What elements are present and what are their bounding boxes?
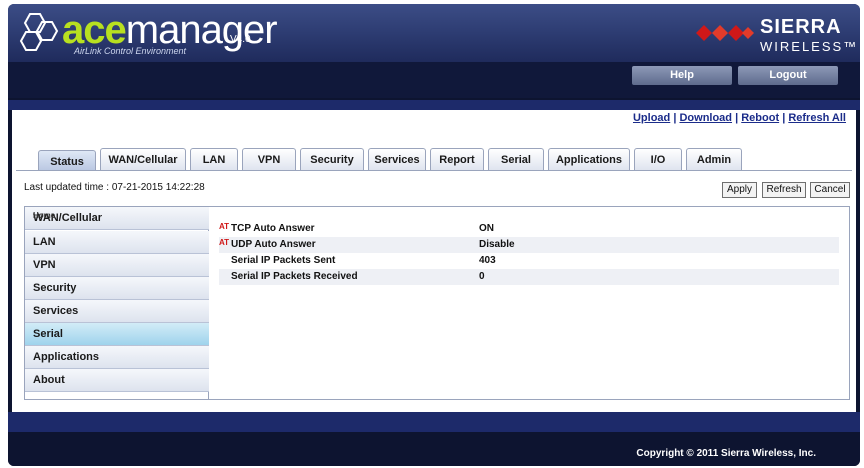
upload-link[interactable]: Upload	[633, 112, 670, 124]
download-link[interactable]: Download	[679, 112, 732, 124]
status-panel: Home WAN/Cellular LAN VPN Security Servi…	[24, 206, 850, 400]
cancel-button[interactable]: Cancel	[810, 182, 850, 198]
refresh-all-link[interactable]: Refresh All	[788, 112, 846, 124]
copyright-text: Copyright © 2011 Sierra Wireless, Inc.	[636, 448, 816, 459]
sidebar-item-applications[interactable]: Applications	[25, 346, 209, 369]
sidebar-item-label: LAN	[33, 236, 56, 248]
serial-status-table: AT TCP Auto Answer ON AT UDP Auto Answer…	[219, 221, 839, 285]
tab-serial[interactable]: Serial	[488, 148, 544, 170]
row-label: UDP Auto Answer	[231, 239, 316, 250]
separator: |	[782, 112, 786, 124]
sidebar-item-lan[interactable]: LAN	[25, 231, 209, 254]
sidebar-item-label: Serial	[33, 328, 63, 340]
row-label: Serial IP Packets Received	[231, 271, 358, 282]
row-value: 0	[479, 271, 485, 282]
separator: |	[673, 112, 677, 124]
sidebar-item-serial[interactable]: Serial	[25, 323, 209, 346]
row-value: 403	[479, 255, 496, 266]
row-value: ON	[479, 223, 494, 234]
at-command-marker: AT	[219, 222, 230, 231]
tab-admin[interactable]: Admin	[686, 148, 742, 170]
tab-wan-cellular[interactable]: WAN/Cellular	[100, 148, 186, 170]
tab-lan[interactable]: LAN	[190, 148, 238, 170]
table-row: Serial IP Packets Received 0	[219, 269, 839, 285]
tab-services[interactable]: Services	[368, 148, 426, 170]
at-command-marker: AT	[219, 238, 230, 247]
tab-security[interactable]: Security	[300, 148, 364, 170]
row-value: Disable	[479, 239, 515, 250]
sidebar-item-vpn[interactable]: VPN	[25, 254, 209, 277]
sidebar-item-label: Applications	[33, 351, 100, 363]
top-nav-bar: Help Logout	[8, 62, 860, 98]
row-label: TCP Auto Answer	[231, 223, 315, 234]
brand-name: SIERRA	[760, 16, 842, 38]
action-links: Upload | Download | Reboot | Refresh All	[633, 112, 846, 124]
sidebar-item-about[interactable]: About	[25, 369, 209, 392]
sierra-wireless-logo-icon	[696, 25, 754, 41]
tab-status[interactable]: Status	[38, 150, 96, 171]
apply-button[interactable]: Apply	[722, 182, 757, 198]
row-label: Serial IP Packets Sent	[231, 255, 336, 266]
sidebar-item-label: VPN	[33, 259, 56, 271]
table-row: AT UDP Auto Answer Disable	[219, 237, 839, 253]
table-row: Serial IP Packets Sent 403	[219, 253, 839, 269]
tab-io[interactable]: I/O	[634, 148, 682, 170]
reboot-link[interactable]: Reboot	[741, 112, 779, 124]
tab-underline	[16, 170, 852, 171]
separator: |	[735, 112, 739, 124]
sidebar-item-label: About	[33, 374, 65, 386]
divider-bar	[8, 100, 860, 110]
sidebar: Home WAN/Cellular LAN VPN Security Servi…	[25, 207, 209, 399]
sidebar-item-wan-cellular[interactable]: Home WAN/Cellular	[25, 207, 209, 230]
tab-vpn[interactable]: VPN	[242, 148, 296, 170]
footer-bar	[8, 412, 860, 432]
refresh-button[interactable]: Refresh	[762, 182, 806, 198]
sidebar-item-label: Security	[33, 282, 77, 294]
help-button[interactable]: Help	[632, 66, 732, 85]
app-window: acemanager V4.0 AirLink Control Environm…	[8, 4, 860, 466]
header: acemanager V4.0 AirLink Control Environm…	[8, 4, 860, 62]
footer: Copyright © 2011 Sierra Wireless, Inc.	[8, 432, 860, 466]
main-content: Upload | Download | Reboot | Refresh All…	[12, 110, 856, 412]
logo-subtitle: AirLink Control Environment	[74, 46, 187, 56]
tab-report[interactable]: Report	[430, 148, 484, 170]
sidebar-item-security[interactable]: Security	[25, 277, 209, 300]
logout-button[interactable]: Logout	[738, 66, 838, 85]
sidebar-item-services[interactable]: Services	[25, 300, 209, 323]
hexagon-logo-icon	[19, 13, 59, 51]
last-updated-text: Last updated time : 07-21-2015 14:22:28	[24, 182, 205, 193]
sidebar-home-label[interactable]: Home	[33, 205, 55, 227]
sidebar-item-label: Services	[33, 305, 79, 317]
tab-applications[interactable]: Applications	[548, 148, 630, 170]
version-label: V4.0	[230, 34, 251, 45]
table-row: AT TCP Auto Answer ON	[219, 221, 839, 237]
brand-subtitle: WIRELESS™	[760, 39, 859, 54]
